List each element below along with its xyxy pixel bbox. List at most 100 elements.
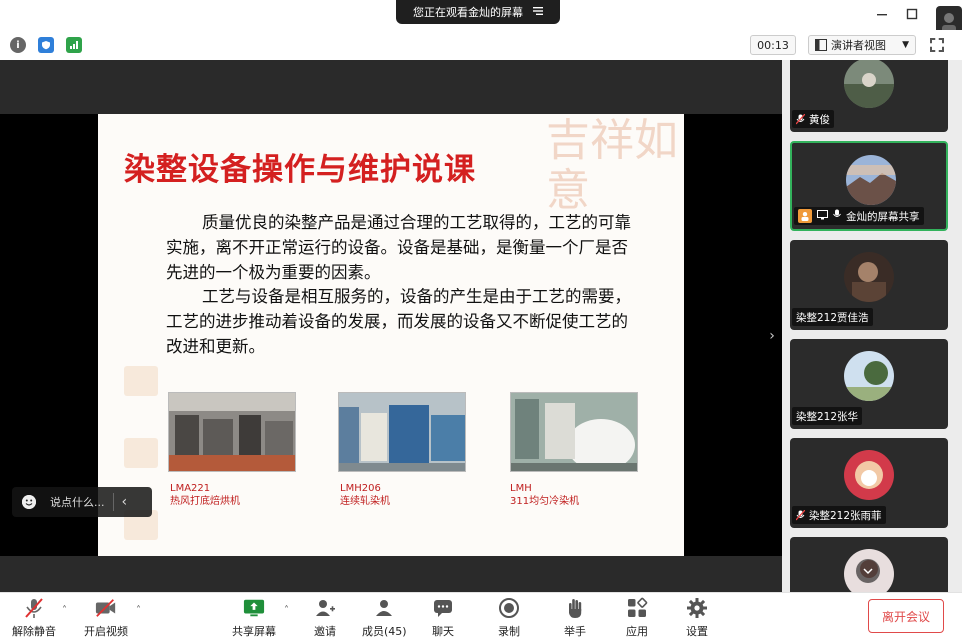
participant-tile[interactable]: 染整212张华: [790, 339, 948, 429]
invite-button[interactable]: 邀请: [314, 597, 336, 639]
machine-caption-1: LMA221 热风打底焙烘机: [170, 482, 240, 508]
layout-icon: [815, 39, 827, 51]
participant-name-tag: 染整212贾佳浩: [792, 308, 873, 326]
presentation-slide: 吉祥如意 染整设备操作与维护说课 质量优良的染整产品是通过合理的工艺取得的，工艺…: [98, 114, 684, 556]
mic-icon: [833, 209, 841, 223]
members-icon: [373, 597, 395, 619]
avatar: [844, 60, 894, 108]
apps-icon: [626, 597, 648, 619]
apps-label: 应用: [626, 625, 648, 638]
fullscreen-icon[interactable]: [930, 38, 944, 52]
scroll-down-icon[interactable]: [856, 559, 880, 583]
leave-meeting-button[interactable]: 离开会议: [868, 599, 944, 633]
participant-name: 染整212张雨菲: [809, 509, 882, 522]
maximize-icon[interactable]: [904, 6, 920, 22]
machine-code: LMA221: [170, 483, 211, 494]
participant-name: 染整212贾佳浩: [796, 311, 869, 324]
minimize-icon[interactable]: [874, 6, 890, 22]
participant-tile[interactable]: 染整212张雨菲: [790, 438, 948, 528]
divider: [112, 493, 114, 511]
chevron-up-icon[interactable]: ˄: [62, 605, 67, 616]
unmute-button[interactable]: 解除静音: [12, 597, 56, 639]
sharing-banner-text: 您正在观看金灿的屏幕: [413, 6, 523, 19]
participant-name-tag: 金灿的屏幕共享: [794, 207, 924, 225]
avatar: [844, 351, 894, 401]
video-off-icon: [95, 597, 117, 619]
chevron-right-icon[interactable]: ›: [764, 326, 780, 346]
record-button[interactable]: 录制: [498, 597, 520, 639]
screen-share-icon: [817, 209, 828, 223]
machine-code: LMH: [510, 483, 532, 494]
hand-icon: [564, 597, 586, 619]
chevron-up-icon[interactable]: ˄: [284, 605, 289, 616]
shield-icon[interactable]: [38, 37, 54, 53]
speaker-view-dropdown[interactable]: 演讲者视图 ▼: [808, 35, 916, 55]
slide-title: 染整设备操作与维护说课: [124, 152, 476, 188]
chevron-left-icon[interactable]: ‹: [122, 494, 128, 510]
machine-photo-1: [168, 392, 296, 472]
sharing-banner[interactable]: 您正在观看金灿的屏幕: [396, 0, 560, 24]
mic-muted-icon: [795, 509, 806, 521]
raise-hand-label: 举手: [564, 625, 586, 638]
participant-name-tag: 黄俊: [792, 110, 834, 128]
meeting-controls-bar: 解除静音 ˄ 开启视频 ˄ 共享屏幕 ˄ 邀请 成员(45) 聊天 录制 举手 …: [0, 592, 962, 640]
machine-caption-3: LMH 311均匀冷染机: [510, 482, 579, 508]
caret-down-icon: ▼: [902, 40, 909, 50]
share-screen-label: 共享屏幕: [232, 625, 276, 638]
raise-hand-button[interactable]: 举手: [564, 597, 586, 639]
slide-paragraph-1: 质量优良的染整产品是通过合理的工艺取得的，工艺的可靠实施，离不开正常运行的设备。…: [166, 213, 631, 282]
host-icon: [798, 209, 812, 223]
avatar: [844, 450, 894, 500]
chat-quick-input[interactable]: 说点什么... ‹: [12, 487, 152, 517]
machine-name: 311均匀冷染机: [510, 496, 580, 507]
machine-caption-2: LMH206 连续轧染机: [340, 482, 390, 508]
members-label: 成员(45): [362, 625, 407, 638]
signal-icon[interactable]: [66, 37, 82, 53]
participant-tile[interactable]: [790, 537, 948, 592]
gear-icon: [686, 597, 708, 619]
machine-photo-2: [338, 392, 466, 472]
invite-label: 邀请: [314, 625, 336, 638]
mic-muted-icon: [795, 113, 806, 125]
machine-name: 连续轧染机: [340, 496, 390, 507]
machine-code: LMH206: [340, 483, 381, 494]
participant-tile-active[interactable]: 金灿的屏幕共享: [790, 141, 948, 231]
title-bar: 您正在观看金灿的屏幕: [0, 0, 962, 36]
view-label: 演讲者视图: [831, 39, 886, 52]
slide-seal-decoration: [124, 366, 158, 396]
start-video-button[interactable]: 开启视频: [84, 597, 128, 639]
chat-placeholder: 说点什么...: [50, 496, 105, 509]
participant-name: 染整212张华: [796, 410, 859, 423]
participant-name-tag: 染整212张华: [792, 407, 863, 425]
chevron-up-icon[interactable]: ˄: [136, 605, 141, 616]
settings-label: 设置: [686, 625, 708, 638]
emoji-icon[interactable]: [22, 495, 36, 509]
participant-tile[interactable]: 黄俊: [790, 60, 948, 132]
chat-icon: [432, 597, 454, 619]
meeting-window: 您正在观看金灿的屏幕 i 00:13 演讲者视图 ▼ 吉祥如意 染整设备操作与维…: [0, 0, 962, 640]
record-label: 录制: [498, 625, 520, 638]
mic-muted-icon: [23, 597, 45, 619]
participant-tile[interactable]: 染整212贾佳浩: [790, 240, 948, 330]
members-button[interactable]: 成员(45): [362, 597, 407, 639]
participant-name: 金灿的屏幕共享: [846, 210, 920, 223]
record-icon: [498, 597, 520, 619]
info-icon[interactable]: i: [10, 37, 26, 53]
add-user-icon: [314, 597, 336, 619]
participant-name: 黄俊: [809, 113, 830, 126]
machine-name: 热风打底焙烘机: [170, 496, 240, 507]
meeting-timer: 00:13: [750, 35, 796, 55]
machine-photo-3: [510, 392, 638, 472]
settings-button[interactable]: 设置: [686, 597, 708, 639]
slide-paragraph-2: 工艺与设备是相互服务的，设备的产生是由于工艺的需要，工艺的进步推动着设备的发展，…: [166, 287, 631, 356]
participant-name-tag: 染整212张雨菲: [792, 506, 886, 524]
apps-button[interactable]: 应用: [626, 597, 648, 639]
chat-label: 聊天: [432, 625, 454, 638]
share-screen-button[interactable]: 共享屏幕: [232, 597, 276, 639]
share-screen-icon: [243, 597, 265, 619]
chat-button[interactable]: 聊天: [432, 597, 454, 639]
unmute-label: 解除静音: [12, 625, 56, 638]
avatar: [844, 252, 894, 302]
menu-icon[interactable]: [533, 6, 543, 19]
start-video-label: 开启视频: [84, 625, 128, 638]
